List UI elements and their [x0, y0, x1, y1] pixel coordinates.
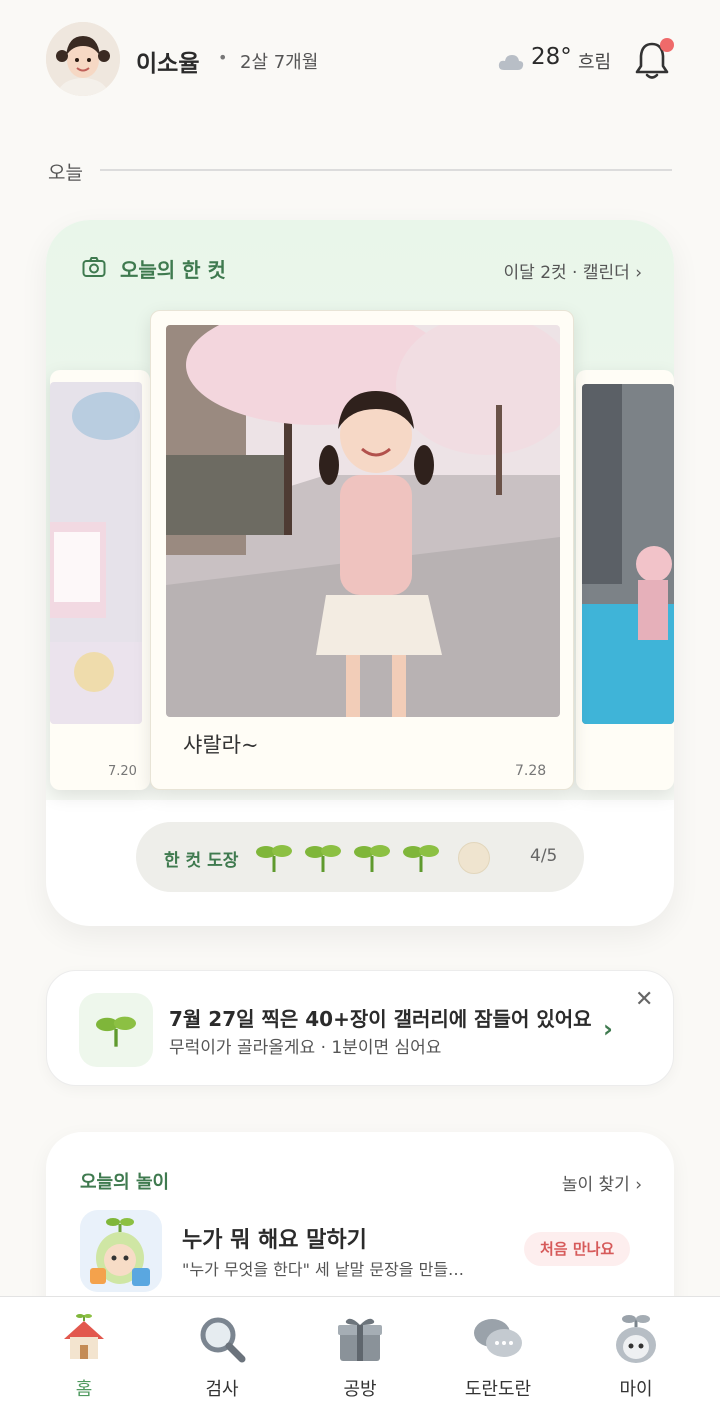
photo-previous [50, 382, 142, 724]
photo-caption: 샤랄라~ [183, 733, 259, 757]
section-divider [100, 169, 672, 171]
play-section-title: 오늘의 놀이 [80, 1172, 170, 1193]
close-icon[interactable]: ✕ [635, 987, 653, 1012]
child-age: 2살 7개월 [240, 52, 319, 73]
photo-date-today: 7.28 [515, 763, 547, 779]
temperature: 28° [531, 44, 572, 70]
photo-card-next[interactable] [576, 370, 674, 790]
nav-item-workshop[interactable]: 공방 [288, 1297, 432, 1410]
play-thumbnail[interactable] [80, 1210, 162, 1292]
house-icon [64, 1314, 104, 1359]
photo-card-today[interactable]: 샤랄라~ 7.28 [150, 310, 574, 790]
gallery-reminder-banner[interactable]: 7월 27일 찍은 40+장이 갤러리에 잠들어 있어요 무럭이가 골라올게요 … [46, 970, 674, 1086]
cloud-icon [498, 55, 524, 70]
nav-item-test[interactable]: 검사 [150, 1297, 294, 1410]
stamp-label: 한 컷 도장 [164, 851, 239, 871]
photo-today [166, 325, 560, 717]
card-title: 오늘의 한 컷 [120, 258, 226, 282]
play-name: 누가 뭐 해요 말하기 [182, 1228, 367, 1253]
chevron-right-icon[interactable]: › [603, 1015, 613, 1043]
sprout-icon [96, 1016, 136, 1047]
nav-item-my[interactable]: 마이 [564, 1297, 708, 1410]
nav-label-community: 도란도란 [464, 1379, 532, 1400]
photo-next [582, 384, 674, 724]
section-label-today: 오늘 [48, 162, 83, 184]
gift-box-icon [338, 1318, 382, 1361]
photo-card-previous[interactable]: 7.20 [50, 370, 150, 790]
banner-subtitle: 무럭이가 골라올게요 · 1분이면 심어요 [169, 1038, 442, 1058]
nav-label-test: 검사 [205, 1379, 239, 1400]
child-name: 이소율 [136, 51, 200, 77]
stamp-progress-bar[interactable]: 한 컷 도장 4/5 [136, 822, 584, 892]
nav-label-workshop: 공방 [343, 1379, 377, 1400]
nav-item-home[interactable]: 홈 [12, 1297, 156, 1410]
magnifier-icon [200, 1317, 246, 1363]
app-header: 이소율 • 2살 7개월 28° 흐림 [0, 0, 720, 120]
weather-description: 흐림 [578, 52, 612, 73]
nav-label-home: 홈 [75, 1379, 93, 1400]
empty-stamp-icon [458, 842, 490, 874]
camera-icon [82, 257, 106, 277]
play-description: "누가 무엇을 한다" 세 낱말 문장을 만들… [182, 1260, 465, 1279]
sprout-stamp-icon [256, 845, 292, 872]
calendar-link[interactable]: 이달 2컷 · 캘린더 › [504, 258, 642, 283]
notification-dot [660, 38, 674, 52]
find-play-link[interactable]: 놀이 찾기 › [562, 1170, 642, 1195]
stamp-count: 4/5 [530, 846, 558, 866]
sprout-stamp-icon [403, 845, 439, 872]
banner-icon-background [79, 993, 153, 1067]
status-badge: 처음 만나요 [524, 1232, 631, 1266]
nav-item-community[interactable]: 도란도란 [426, 1297, 570, 1410]
sprout-stamp-icon [354, 845, 390, 872]
sprout-stamp-icon [305, 845, 341, 872]
child-avatar[interactable] [46, 22, 120, 96]
sprout-mascot-icon [616, 1315, 656, 1363]
bottom-navigation: 홈 검사 공방 도란도란 마이 [0, 1296, 720, 1410]
name-age-separator: • [218, 48, 228, 67]
nav-label-my: 마이 [619, 1379, 653, 1400]
banner-title: 7월 27일 찍은 40+장이 갤러리에 잠들어 있어요 [169, 1007, 592, 1031]
today-photo-card: 오늘의 한 컷 이달 2컷 · 캘린더 › 7.20 샤랄라~ 7.28 한 컷… [46, 220, 674, 926]
chat-bubbles-icon [474, 1319, 522, 1357]
photo-date-previous: 7.20 [108, 764, 137, 779]
